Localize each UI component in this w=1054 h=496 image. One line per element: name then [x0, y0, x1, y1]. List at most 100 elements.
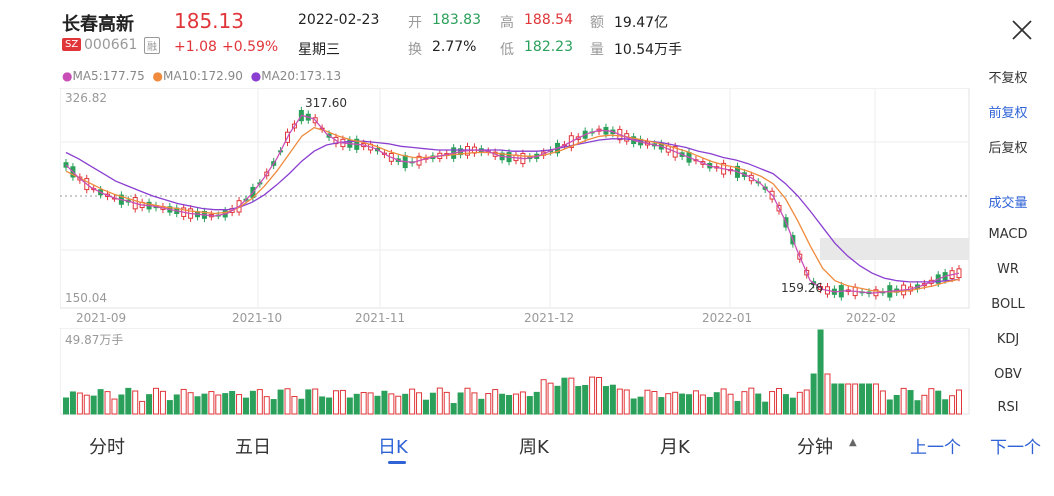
volume-bar: [637, 396, 644, 415]
volume-bar: [298, 398, 305, 415]
volume-chart[interactable]: 49.87万手: [60, 328, 970, 416]
volume-bar: [436, 387, 443, 415]
x-tick-2022-02: 2022-02: [846, 311, 897, 325]
volume-bar: [69, 391, 76, 415]
volume-bar: [152, 387, 159, 415]
volume-bar: [900, 387, 907, 415]
tab-fenshi[interactable]: 分时: [89, 433, 125, 459]
price-change-pct: +0.59%: [222, 39, 279, 55]
highlight-band: [820, 238, 969, 260]
volume-bar: [395, 395, 402, 415]
volume-bar: [312, 388, 319, 415]
side-item-forward-adjust[interactable]: 前复权: [982, 102, 1034, 121]
volume-bar: [367, 392, 374, 415]
volume-bar: [720, 388, 727, 415]
volume-bar: [942, 399, 949, 415]
volume-bar: [554, 385, 561, 415]
side-item-macd[interactable]: MACD: [982, 227, 1034, 242]
margin-badge: 融: [144, 37, 160, 54]
ma20-dot: ●: [250, 69, 262, 83]
stock-name: 长春高新: [62, 14, 134, 35]
volume-bar: [859, 383, 866, 415]
side-item-rsi[interactable]: RSI: [982, 400, 1034, 414]
volume-bar: [893, 394, 900, 415]
close-button[interactable]: [1008, 16, 1036, 44]
volume-bar: [360, 392, 367, 415]
volume-bar: [97, 389, 104, 415]
stat-turnover-value: 2.77%: [432, 39, 477, 55]
volume-bar: [76, 392, 83, 415]
volume-bar: [388, 393, 395, 415]
volume-bar: [866, 383, 873, 415]
ma5-legend: MA5:177.75: [72, 69, 145, 83]
volume-bar: [686, 394, 693, 415]
volume-bar: [831, 383, 838, 415]
tab-fenzhong[interactable]: 分钟: [797, 433, 833, 459]
stat-open-value: 183.83: [432, 12, 481, 28]
volume-bar: [845, 383, 852, 415]
stat-amount-value: 19.47亿: [614, 15, 669, 31]
side-item-wr[interactable]: WR: [982, 262, 1034, 277]
tab-rik[interactable]: 日K: [378, 433, 408, 459]
volume-bar: [277, 389, 284, 415]
volume-bar: [679, 393, 686, 415]
volume-bar: [699, 394, 706, 415]
volume-bar: [159, 390, 166, 415]
volume-bar: [215, 394, 222, 415]
caret-up-icon[interactable]: ▲: [849, 437, 857, 448]
volume-bar: [907, 390, 914, 415]
volume-bar: [464, 387, 471, 415]
volume-bar: [457, 392, 464, 415]
volume-bar: [125, 387, 132, 415]
volume-bar: [935, 390, 942, 415]
volume-bar: [533, 391, 540, 415]
current-price: 185.13: [174, 9, 244, 33]
stat-low-label: 低: [500, 42, 514, 58]
side-item-kdj[interactable]: KDJ: [982, 332, 1034, 347]
volume-bar: [623, 389, 630, 415]
volume-bar: [796, 391, 803, 415]
volume-bar: [146, 394, 153, 415]
side-item-volume[interactable]: 成交量: [982, 192, 1034, 211]
side-item-no-adjust[interactable]: 不复权: [982, 67, 1034, 86]
volume-bar: [782, 394, 789, 415]
volume-bar: [596, 377, 603, 415]
volume-bar: [769, 391, 776, 415]
volume-bar: [187, 392, 194, 415]
prev-button[interactable]: 上一个: [910, 433, 961, 458]
side-item-obv[interactable]: OBV: [982, 367, 1034, 382]
volume-bar: [499, 393, 506, 415]
ma5-dot: ●: [62, 69, 73, 83]
volume-bar: [194, 396, 201, 415]
tab-zhouk[interactable]: 周K: [519, 433, 549, 459]
candlestick-chart[interactable]: 326.82 150.04 317.60 159.26: [60, 88, 970, 310]
volume-bar: [111, 398, 118, 415]
tab-wuri[interactable]: 五日: [235, 433, 271, 459]
volume-bar: [644, 389, 651, 415]
stat-open-label: 开: [408, 15, 422, 31]
volume-max-label: 49.87万手: [65, 333, 123, 347]
volume-bar: [928, 388, 935, 415]
x-tick-2021-09: 2021-09: [76, 311, 127, 325]
volume-bar: [921, 394, 928, 415]
tab-yuek[interactable]: 月K: [660, 433, 690, 459]
volume-bar: [236, 394, 243, 415]
ma10-line: [65, 126, 960, 293]
side-item-backward-adjust[interactable]: 后复权: [982, 137, 1034, 156]
next-button[interactable]: 下一个: [990, 433, 1041, 458]
stat-high-value: 188.54: [524, 12, 573, 28]
active-tab-indicator: [388, 461, 406, 464]
volume-bar: [132, 390, 139, 415]
volume-bar: [582, 384, 589, 415]
volume-bar: [872, 383, 879, 415]
volume-bar: [789, 397, 796, 415]
side-item-boll[interactable]: BOLL: [982, 297, 1034, 312]
volume-bar: [284, 388, 291, 415]
volume-bar: [879, 390, 886, 415]
volume-bar: [810, 373, 817, 415]
volume-bar: [727, 393, 734, 415]
volume-bar: [540, 379, 547, 415]
volume-bar: [914, 400, 921, 415]
volume-bar: [817, 329, 824, 415]
volume-bar: [748, 387, 755, 415]
